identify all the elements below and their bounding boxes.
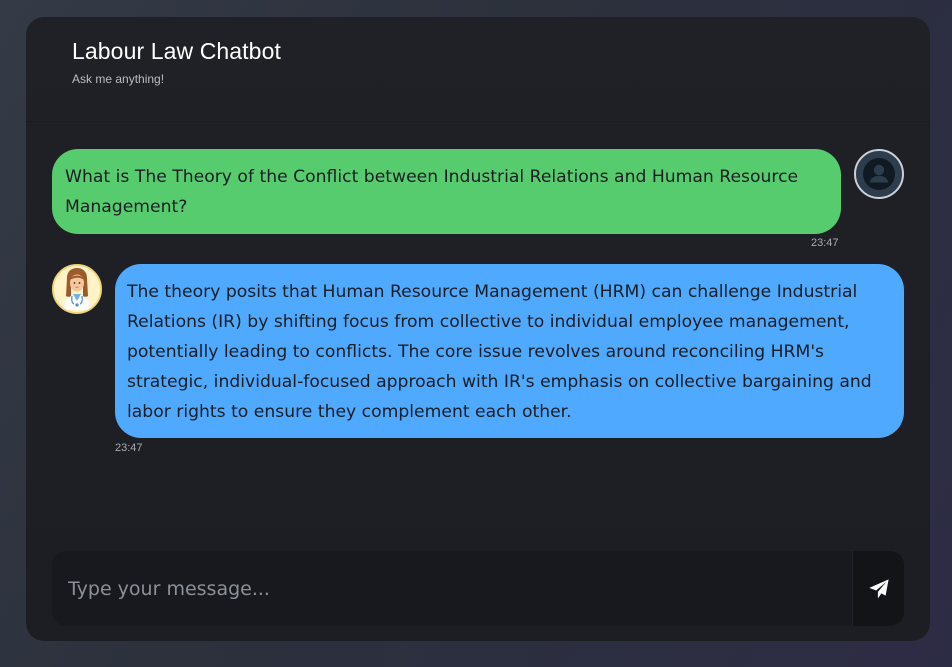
chat-window: Labour Law Chatbot Ask me anything! What… [26,17,930,641]
user-avatar [854,149,904,199]
send-icon [868,578,889,598]
bot-message-time: 23:47 [115,442,143,454]
message-composer [52,551,904,626]
send-button[interactable] [852,551,904,626]
doctor-avatar-icon [54,266,100,312]
chat-header: Labour Law Chatbot Ask me anything! [26,17,930,122]
bot-avatar [52,264,102,314]
app-title: Labour Law Chatbot [72,38,281,64]
user-message-bubble: What is The Theory of the Conflict betwe… [52,149,841,234]
user-message-time: 23:47 [811,237,839,249]
app-subtitle: Ask me anything! [72,72,165,86]
user-icon [863,158,895,190]
message-input[interactable] [52,551,852,626]
bot-message-bubble: The theory posits that Human Resource Ma… [115,264,904,438]
